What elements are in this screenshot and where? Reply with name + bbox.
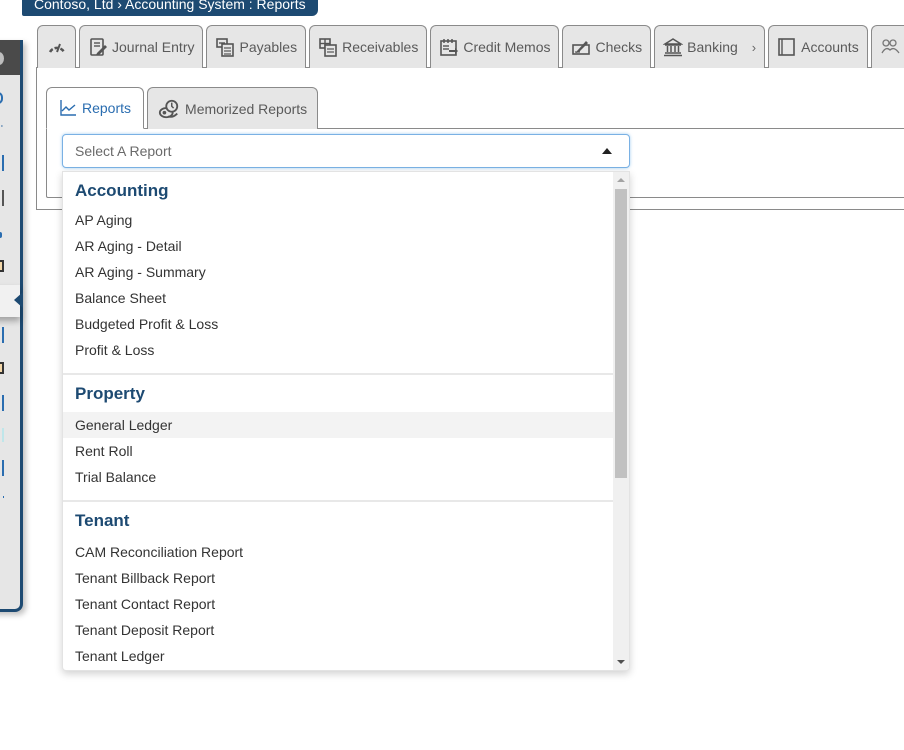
report-select-placeholder: Select A Report: [75, 143, 172, 159]
option-group-property: Property General Ledger Rent Roll Trial …: [63, 373, 613, 500]
scroll-down-arrow-icon[interactable]: [617, 660, 625, 664]
report-option[interactable]: Tenant Contact Report: [63, 591, 613, 617]
tab-checks[interactable]: Checks: [562, 25, 652, 68]
side-nav-icon-8[interactable]: [0, 362, 4, 374]
group-label: Tenant: [75, 511, 130, 530]
report-option[interactable]: Balance Sheet: [63, 285, 613, 311]
tab-accounts[interactable]: Accounts: [768, 25, 868, 68]
side-nav-icon-6[interactable]: [0, 260, 4, 272]
side-nav-icon-10[interactable]: [0, 428, 4, 442]
option-group-tenant: Tenant CAM Reconciliation Report Tenant …: [63, 500, 613, 670]
report-sub-tabs: Reports Memorized Reports: [46, 87, 319, 129]
scrollbar-thumb[interactable]: [615, 189, 627, 478]
side-nav-icon-12[interactable]: [0, 496, 4, 498]
report-option[interactable]: AR Aging - Detail: [63, 233, 613, 259]
tab-banking[interactable]: Banking ›: [654, 25, 766, 68]
side-navigation: [0, 40, 23, 612]
active-pointer-icon: [14, 292, 23, 308]
side-nav-icon-3[interactable]: [0, 155, 4, 171]
memorized-clock-icon: [158, 98, 180, 120]
group-label: Property: [75, 384, 145, 403]
report-dropdown: Accounting AP Aging AR Aging - Detail AR…: [62, 171, 630, 671]
tab-label: Checks: [595, 39, 643, 55]
report-option[interactable]: Tenant Deposit Report: [63, 617, 613, 643]
tab-label: Credit Memos: [463, 39, 551, 55]
report-options-list: Accounting AP Aging AR Aging - Detail AR…: [63, 172, 613, 670]
side-nav-header[interactable]: [0, 40, 20, 75]
breadcrumb: Contoso, Ltd › Accounting System : Repor…: [22, 0, 318, 16]
tab-label: Memorized Reports: [185, 100, 308, 117]
report-option[interactable]: AR Aging - Summary: [63, 259, 613, 285]
side-nav-icon-5[interactable]: [0, 232, 2, 238]
tab-more[interactable]: [870, 25, 904, 68]
side-nav-icon-2[interactable]: [0, 125, 3, 131]
check-sign-icon: [571, 37, 591, 57]
side-nav-icon-11[interactable]: [0, 460, 4, 476]
report-option[interactable]: AP Aging: [63, 207, 613, 233]
dashboard-gauge-icon: [47, 37, 67, 57]
tab-receivables[interactable]: Receivables: [309, 25, 428, 68]
side-nav-icon-9[interactable]: [0, 395, 4, 411]
group-label: Accounting: [75, 181, 169, 200]
tab-label: Receivables: [342, 39, 419, 55]
group-icon: [880, 37, 900, 57]
tab-reports[interactable]: Reports: [46, 87, 145, 129]
tab-label: Accounts: [801, 39, 859, 55]
module-tabs: Journal Entry Payables Receivables Credi…: [37, 25, 904, 68]
report-option[interactable]: Tenant Billback Report: [63, 565, 613, 591]
report-option[interactable]: Tenant Ledger: [63, 643, 613, 669]
report-option[interactable]: CAM Reconciliation Report: [63, 539, 613, 565]
report-option[interactable]: Budgeted Profit & Loss: [63, 311, 613, 337]
tab-dashboard[interactable]: [37, 25, 76, 68]
scroll-up-arrow-icon[interactable]: [617, 178, 625, 182]
caret-up-icon[interactable]: [602, 148, 612, 154]
side-nav-icon-4[interactable]: [0, 190, 4, 206]
tab-memorized-reports[interactable]: Memorized Reports: [147, 87, 319, 129]
tab-payables[interactable]: Payables: [206, 25, 307, 68]
chevron-right-icon: ›: [751, 39, 757, 55]
report-option-hovered[interactable]: General Ledger: [63, 412, 613, 438]
tab-label: Payables: [239, 39, 298, 55]
side-nav-icon-1[interactable]: [0, 92, 3, 104]
receivables-documents-icon: [318, 37, 338, 57]
report-select[interactable]: Select A Report: [62, 134, 630, 168]
report-option[interactable]: Profit & Loss: [63, 337, 613, 363]
tab-label: Banking: [687, 39, 738, 55]
payables-documents-icon: [215, 37, 235, 57]
line-chart-icon: [59, 99, 77, 117]
tab-journal-entry[interactable]: Journal Entry: [79, 25, 204, 68]
dropdown-scrollbar[interactable]: [613, 172, 629, 670]
option-group-accounting: Accounting AP Aging AR Aging - Detail AR…: [63, 172, 613, 373]
bank-icon: [662, 37, 684, 57]
credit-memo-icon: [439, 37, 459, 57]
tab-credit-memos[interactable]: Credit Memos: [430, 25, 560, 68]
tab-label: Journal Entry: [112, 39, 195, 55]
report-option[interactable]: Rent Roll: [63, 438, 613, 464]
tab-label: Reports: [82, 100, 132, 116]
side-nav-icon-7[interactable]: [0, 327, 4, 343]
book-icon: [777, 37, 797, 57]
user-avatar-icon: [0, 52, 4, 65]
report-option[interactable]: Trial Balance: [63, 464, 613, 490]
journal-edit-icon: [88, 37, 108, 57]
